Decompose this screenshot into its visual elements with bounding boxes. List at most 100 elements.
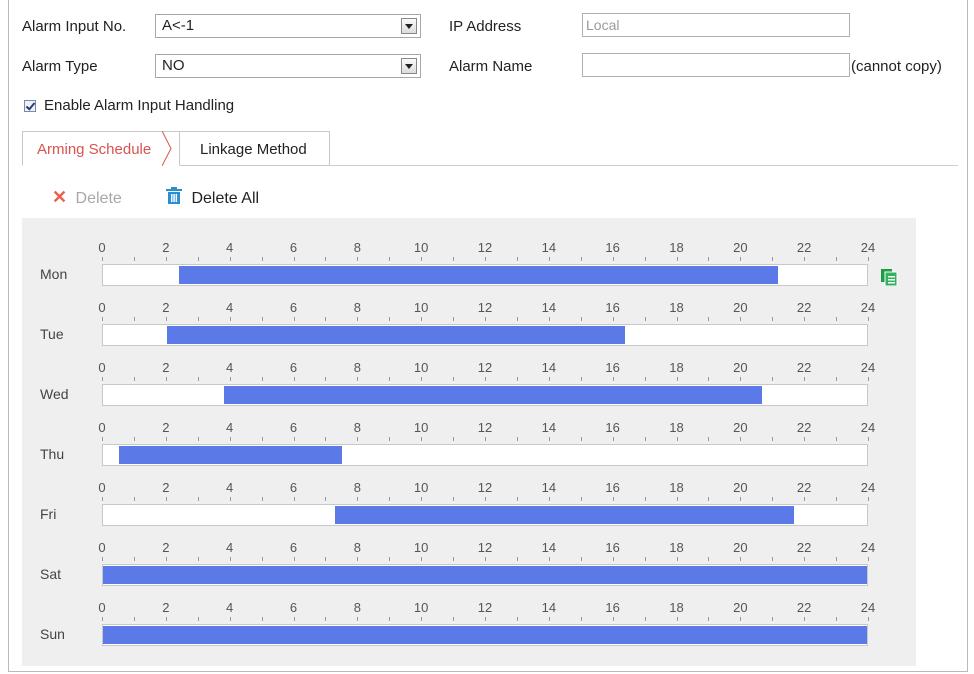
chevron-down-icon[interactable] [401,18,417,34]
hour-tick-mark [293,617,295,621]
hour-tick-mark [421,437,423,441]
hour-tick-mark [516,557,518,561]
hour-tick-label: 24 [860,480,876,495]
hour-tick-mark [133,437,135,441]
hour-tick-mark [868,317,869,321]
hour-tick-mark [229,437,231,441]
hour-tick-mark [325,437,327,441]
hour-tick-mark [516,437,518,441]
hour-tick-mark [868,377,869,381]
hour-tick-label: 14 [541,240,557,255]
hour-tick-mark [229,617,231,621]
hour-tick-label: 10 [413,240,429,255]
hour-tick-label: 16 [605,480,620,495]
tab-arming-schedule[interactable]: Arming Schedule [22,131,180,166]
schedule-track[interactable] [102,624,868,646]
enable-alarm-handling-checkbox[interactable] [24,100,36,112]
alarm-type-label: Alarm Type [22,58,98,75]
hour-tick-mark [453,257,455,261]
hour-tick-mark [868,257,869,261]
delete-all-button[interactable]: Delete All [165,187,259,208]
hour-tick-mark [708,257,710,261]
schedule-row-sun: 0 2 4 6 8 10 12 14 16 18 20 22 24 Sun [22,578,916,646]
hour-tick-label: 16 [605,420,620,435]
tab-arrow-icon [162,131,172,166]
hour-tick-mark [229,257,231,261]
hour-tick-mark [389,377,391,381]
hour-tick-mark [868,437,869,441]
hour-tick-mark [229,557,231,561]
hour-tick-mark [804,257,806,261]
hour-tick-mark [325,557,327,561]
alarm-input-no-select[interactable]: A<-1 [155,14,421,38]
hour-tick-mark [421,257,423,261]
hour-tick-mark [165,557,167,561]
hour-tick-mark [389,557,391,561]
hour-tick-mark [197,257,199,261]
hour-tick-mark [836,317,838,321]
hour-tick-label: 22 [796,600,812,615]
hour-tick-mark [580,257,582,261]
hour-tick-mark [325,497,327,501]
hour-tick-mark [197,557,199,561]
hour-tick-mark [197,437,199,441]
hour-tick-mark [325,317,327,321]
arming-schedule-grid: 0 2 4 6 8 10 12 14 16 18 20 22 24 Mon 0 2 4 6 8 10 12 14 16 18 2… [22,218,916,666]
hour-tick-mark [612,557,614,561]
hour-tick-label: 18 [669,300,684,315]
hour-tick-mark [804,557,806,561]
hour-tick-mark [516,497,518,501]
chevron-down-icon[interactable] [401,58,417,74]
ip-address-field[interactable]: Local [582,13,850,37]
hour-tick-mark [580,557,582,561]
hour-tick-label: 16 [605,300,620,315]
hour-tick-mark [548,317,550,321]
hour-tick-mark [740,257,742,261]
tab-arming-schedule-label: Arming Schedule [37,141,152,158]
hour-tick-mark [612,317,614,321]
hour-tick-mark [676,317,678,321]
alarm-name-field[interactable] [582,53,850,77]
hour-tick-label: 20 [733,360,748,375]
hour-tick-mark [772,617,774,621]
hour-tick-mark [165,497,167,501]
hour-tick-mark [740,557,742,561]
hour-tick-mark [421,557,423,561]
schedule-row-mon: 0 2 4 6 8 10 12 14 16 18 20 22 24 Mon [22,218,916,286]
delete-button[interactable]: ✕ Delete [52,187,122,208]
hour-tick-label: 2 [162,360,170,375]
hour-tick-mark [421,617,423,621]
hour-tick-mark [740,497,742,501]
hour-tick-mark [708,317,710,321]
hour-tick-mark [453,617,455,621]
hour-tick-mark [708,437,710,441]
hour-tick-mark [548,557,550,561]
hour-tick-mark [548,497,550,501]
hour-tick-mark [644,377,646,381]
hour-tick-label: 22 [796,300,812,315]
alarm-type-select[interactable]: NO [155,54,421,78]
hour-tick-label: 22 [796,240,812,255]
hour-tick-mark [485,317,486,321]
hour-tick-label: 12 [477,600,493,615]
hour-tick-mark [453,317,455,321]
hour-tick-label: 10 [413,480,429,495]
hour-tick-mark [804,497,806,501]
hour-tick-mark [580,317,582,321]
hour-tick-label: 22 [796,480,812,495]
hour-tick-label: 8 [353,240,361,255]
tab-linkage-method[interactable]: Linkage Method [180,131,330,166]
hour-tick-mark [293,437,295,441]
hour-tick-mark [676,377,678,381]
hour-tick-mark [197,377,199,381]
hour-tick-mark [197,497,199,501]
hour-tick-label: 20 [733,420,748,435]
alarm-input-no-value: A<-1 [162,17,195,34]
hour-tick-mark [740,617,742,621]
hour-tick-label: 2 [162,420,170,435]
hour-tick-label: 12 [477,540,493,555]
alarm-input-no-label: Alarm Input No. [22,18,127,35]
armed-time-segment[interactable] [103,626,867,644]
hour-tick-mark [102,497,103,501]
schedule-row-thu: 0 2 4 6 8 10 12 14 16 18 20 22 24 Thu [22,398,916,466]
